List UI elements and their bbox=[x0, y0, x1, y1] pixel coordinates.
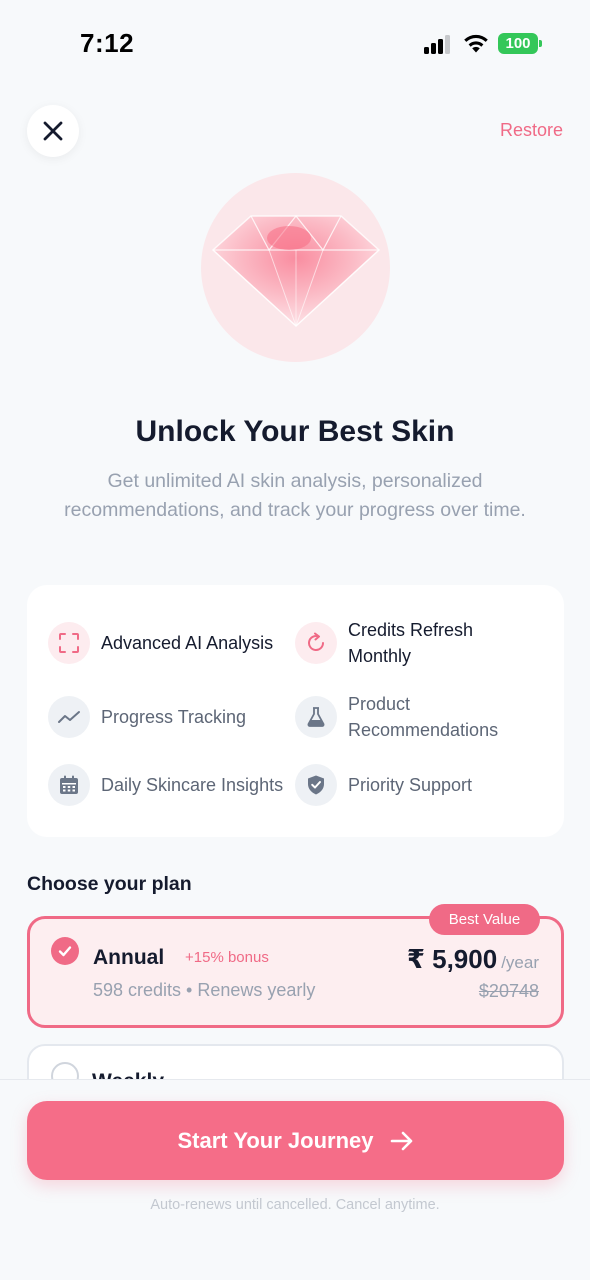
restore-button[interactable]: Restore bbox=[500, 120, 563, 141]
plan-price: ₹ 5,900/year bbox=[407, 944, 539, 975]
arrow-right-icon bbox=[390, 1130, 414, 1152]
shield-check-icon bbox=[295, 764, 337, 806]
close-icon bbox=[43, 121, 63, 141]
feature-item: Priority Support bbox=[295, 764, 472, 806]
feature-label: Advanced AI Analysis bbox=[101, 633, 274, 653]
best-value-badge: Best Value bbox=[429, 904, 540, 935]
feature-item: Progress Tracking bbox=[48, 696, 246, 738]
plan-section-heading: Choose your plan bbox=[27, 873, 192, 895]
check-icon bbox=[51, 937, 79, 965]
refresh-icon bbox=[295, 622, 337, 664]
plan-bonus: +15% bonus bbox=[185, 949, 269, 966]
cta-label: Start Your Journey bbox=[177, 1127, 374, 1153]
features-card: Advanced AI Analysis Credits Refresh Mon… bbox=[27, 585, 564, 837]
trend-line-icon bbox=[48, 696, 90, 738]
feature-label: Credits Refresh Monthly bbox=[348, 620, 474, 666]
flask-icon bbox=[295, 696, 337, 738]
feature-label: Priority Support bbox=[348, 775, 473, 795]
feature-label: Daily Skincare Insights bbox=[101, 775, 284, 795]
renewal-footnote: Auto-renews until cancelled. Cancel anyt… bbox=[150, 1197, 440, 1213]
hero-badge bbox=[201, 173, 390, 362]
start-journey-button[interactable]: Start Your Journey bbox=[27, 1101, 564, 1180]
plan-old-price: $20748 bbox=[478, 981, 539, 1001]
battery-indicator: 100 bbox=[498, 33, 542, 54]
close-button[interactable] bbox=[27, 105, 79, 157]
plan-details: 598 credits • Renews yearly bbox=[93, 980, 316, 1000]
feature-item: Product Recommendations bbox=[295, 691, 518, 743]
calendar-icon bbox=[48, 764, 90, 806]
plan-period: /year bbox=[501, 953, 539, 972]
feature-label: Progress Tracking bbox=[101, 707, 247, 727]
feature-label: Product Recommendations bbox=[348, 694, 499, 740]
page-title: Unlock Your Best Skin bbox=[135, 415, 455, 448]
scan-frame-icon bbox=[48, 622, 90, 664]
feature-item: Credits Refresh Monthly bbox=[295, 617, 518, 669]
wifi-icon bbox=[464, 34, 488, 53]
plan-name: Annual bbox=[93, 946, 165, 969]
feature-item: Advanced AI Analysis bbox=[48, 622, 273, 664]
feature-item: Daily Skincare Insights bbox=[48, 764, 283, 806]
status-bar: 7:12 100 bbox=[0, 0, 590, 88]
cellular-signal-icon bbox=[424, 34, 452, 54]
diamond-icon bbox=[211, 214, 380, 327]
status-time: 7:12 bbox=[80, 28, 135, 58]
plan-price-amount: ₹ 5,900 bbox=[406, 944, 498, 974]
page-subtitle: Get unlimited AI skin analysis, personal… bbox=[64, 470, 526, 521]
